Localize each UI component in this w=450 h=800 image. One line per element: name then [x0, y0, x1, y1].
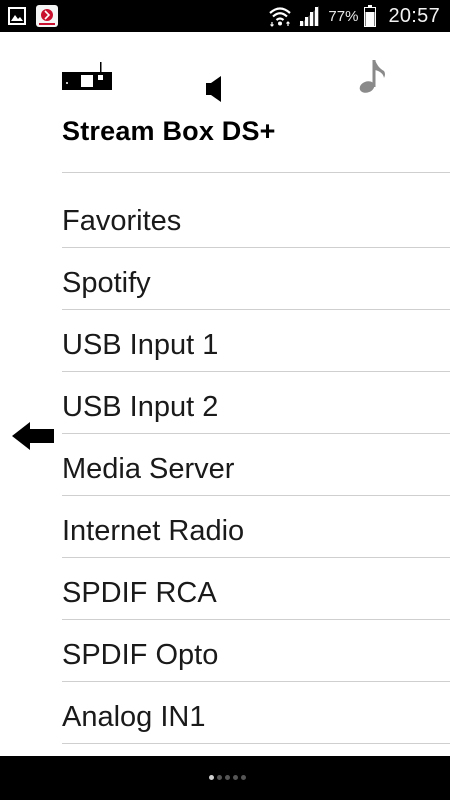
source-item-internet-radio[interactable]: Internet Radio [62, 496, 450, 558]
source-item-spotify[interactable]: Spotify [62, 248, 450, 310]
signal-icon [299, 6, 320, 26]
bottom-navigation-bar [0, 756, 450, 800]
page-dot-2 [217, 775, 222, 780]
page-indicator [209, 775, 246, 780]
app-notification-icon [36, 5, 58, 27]
clock-time: 20:57 [388, 4, 440, 27]
status-bar-left [8, 5, 58, 27]
page-dot-3 [225, 775, 230, 780]
back-arrow-icon[interactable] [12, 420, 54, 452]
battery-icon [364, 5, 377, 27]
source-item-usb-input-1[interactable]: USB Input 1 [62, 310, 450, 372]
status-bar: 77% 20:57 [0, 0, 450, 32]
status-bar-right: 77% 20:57 [268, 4, 440, 28]
source-item-analog-in1[interactable]: Analog IN1 [62, 682, 450, 744]
source-item-spdif-opto[interactable]: SPDIF Opto [62, 620, 450, 682]
page-dot-5 [241, 775, 246, 780]
device-title: Stream Box DS+ [62, 116, 276, 146]
source-item-spdif-rca[interactable]: SPDIF RCA [62, 558, 450, 620]
source-item-favorites[interactable]: Favorites [62, 186, 450, 248]
wifi-icon [269, 7, 292, 27]
battery-percent: 77% [328, 7, 359, 25]
page-dot-1 [209, 775, 214, 780]
source-item-usb-input-2[interactable]: USB Input 2 [62, 372, 450, 434]
gallery-icon [8, 7, 26, 25]
header-divider [62, 172, 450, 173]
music-note-icon[interactable] [358, 58, 386, 94]
speaker-volume-icon[interactable] [206, 76, 224, 102]
page-dot-4 [233, 775, 238, 780]
source-list: Favorites Spotify USB Input 1 USB Input … [62, 186, 450, 744]
source-item-media-server[interactable]: Media Server [62, 434, 450, 496]
stream-box-device-icon[interactable] [62, 62, 112, 92]
